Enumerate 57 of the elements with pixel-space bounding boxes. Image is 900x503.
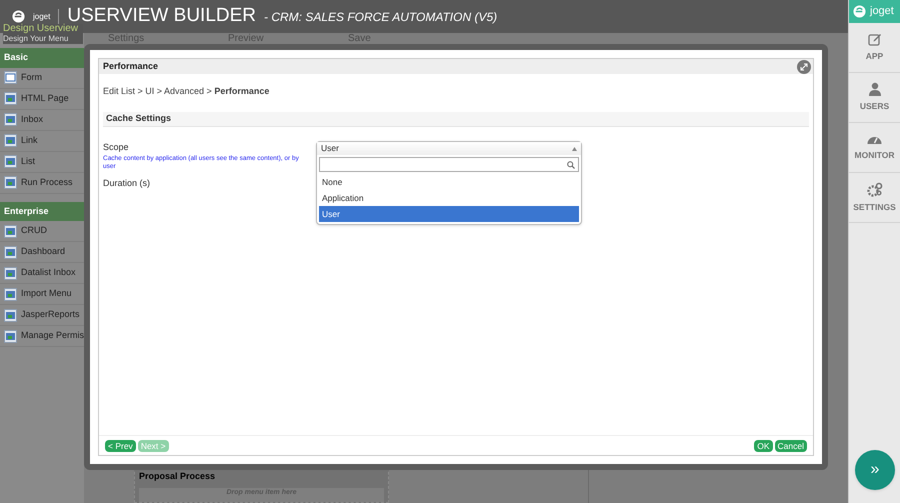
form-icon bbox=[4, 71, 17, 84]
nav-item[interactable]: MONITOR bbox=[849, 123, 900, 173]
scope-dropdown[interactable]: User None Application User bbox=[316, 141, 582, 225]
select-value: User bbox=[321, 142, 339, 155]
palette-item[interactable]: JasperReports bbox=[0, 305, 84, 326]
palette-item[interactable]: Form bbox=[0, 68, 84, 88]
palette-item[interactable]: Dashboard bbox=[0, 242, 84, 263]
search-field[interactable] bbox=[319, 157, 579, 172]
widget-icon bbox=[4, 246, 17, 258]
field-label: Scope bbox=[103, 141, 130, 154]
gears-icon bbox=[866, 182, 882, 197]
breadcrumb: Edit List > UI > Advanced > Performance bbox=[103, 86, 270, 96]
logo-icon bbox=[853, 5, 866, 18]
nav-item[interactable]: APP bbox=[849, 23, 900, 73]
palette-item[interactable]: Manage Permis bbox=[0, 326, 84, 347]
logo-text: joget bbox=[33, 10, 50, 22]
palette-item[interactable]: Run Process bbox=[0, 172, 84, 194]
widget-icon bbox=[4, 113, 17, 126]
widget-icon bbox=[4, 92, 17, 105]
widget-icon bbox=[4, 308, 17, 322]
palette-item[interactable]: Datalist Inbox bbox=[0, 263, 84, 284]
palette-item[interactable]: Link bbox=[0, 130, 84, 152]
field-label: Duration (s) bbox=[103, 176, 152, 190]
nav-logo[interactable]: joget bbox=[849, 0, 900, 23]
widget-icon bbox=[4, 155, 17, 168]
user-icon bbox=[868, 82, 880, 96]
app-subtitle: - CRM: SALES FORCE AUTOMATION (V5) bbox=[264, 8, 498, 26]
palette-item[interactable]: CRUD bbox=[0, 221, 84, 242]
dialog-button[interactable]: OK bbox=[754, 440, 773, 452]
widget-icon bbox=[4, 224, 17, 238]
nav-item[interactable]: SETTINGS bbox=[849, 173, 900, 223]
nav-item[interactable]: USERS bbox=[849, 73, 900, 123]
category-title[interactable]: Proposal Process bbox=[139, 470, 384, 484]
palette-item[interactable]: Inbox bbox=[0, 110, 84, 130]
palette-item[interactable]: HTML Page bbox=[0, 88, 84, 110]
widget-icon bbox=[4, 266, 17, 280]
dialog-title: Performance bbox=[103, 60, 158, 73]
dropdown-option[interactable]: User bbox=[319, 206, 579, 222]
dialog-button[interactable]: < Prev bbox=[105, 440, 136, 452]
search-icon bbox=[567, 160, 575, 168]
caret-icon bbox=[572, 146, 577, 150]
palette-section-header: Basic bbox=[0, 48, 84, 68]
design-tab[interactable]: Design Userview Design Your Menu bbox=[3, 24, 83, 44]
widget-icon bbox=[4, 288, 17, 300]
widget-icon bbox=[4, 176, 17, 189]
dialog-button[interactable]: Cancel bbox=[774, 440, 807, 452]
expand-icon bbox=[800, 63, 808, 71]
palette-item[interactable]: Import Menu bbox=[0, 284, 84, 305]
palette-item[interactable]: List bbox=[0, 152, 84, 172]
section-header: Cache Settings bbox=[103, 112, 809, 127]
dropdown-option[interactable]: None bbox=[319, 174, 579, 190]
dropdown-option[interactable]: Application bbox=[319, 190, 579, 206]
edit-icon bbox=[868, 32, 882, 46]
logo-icon bbox=[12, 10, 25, 23]
palette-section-header: Enterprise bbox=[0, 202, 84, 221]
widget-icon bbox=[4, 134, 17, 147]
widget-icon bbox=[4, 330, 17, 342]
